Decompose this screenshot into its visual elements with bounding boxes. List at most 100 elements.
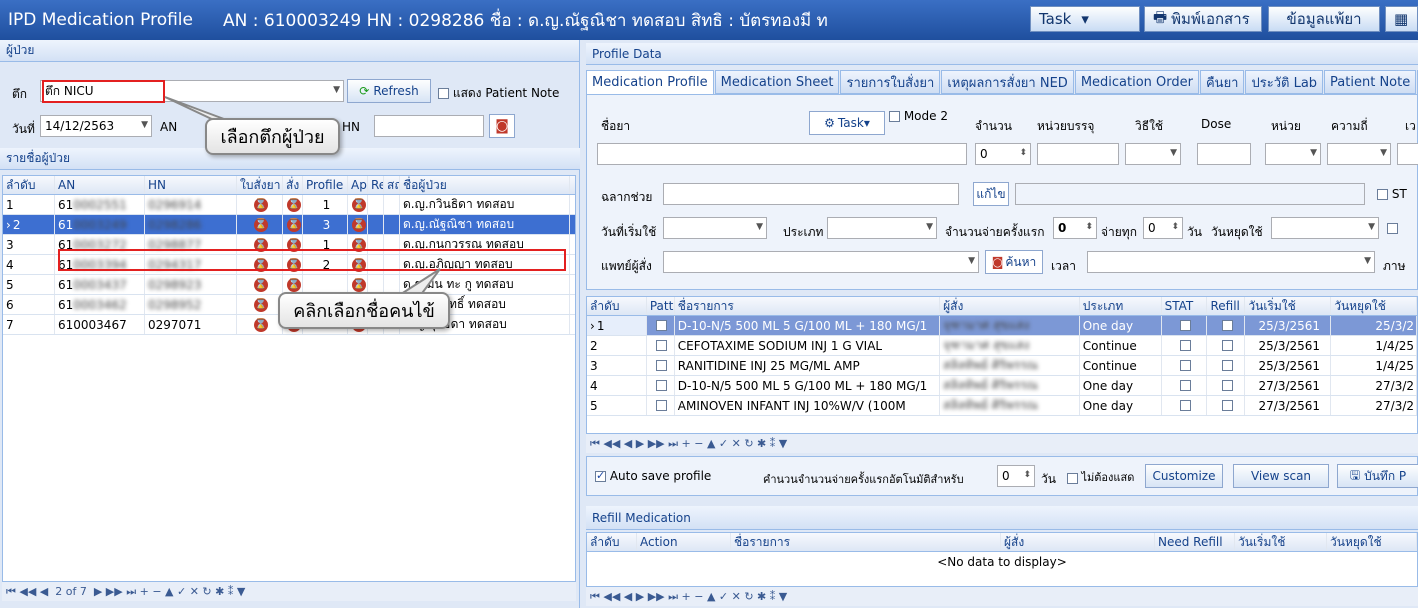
patient-info: AN : 610003249 HN : 0298286 ชื่อ : ด.ญ.ณ… <box>223 10 828 31</box>
tab-0[interactable]: Medication Profile <box>586 70 714 94</box>
time-label: เว <box>1405 119 1416 133</box>
view-scan-button[interactable]: View scan <box>1233 464 1329 488</box>
no-data-message: <No data to display> <box>937 555 1067 569</box>
type-select[interactable]: ▼ <box>827 217 937 239</box>
refill-checkbox[interactable] <box>1207 376 1246 395</box>
customize-button[interactable]: Customize <box>1145 464 1223 488</box>
tab-5[interactable]: คืนยา <box>1199 70 1245 94</box>
print-button[interactable]: 🖶 พิมพ์เอกสาร <box>1144 6 1262 32</box>
stat-checkbox[interactable] <box>1162 396 1208 415</box>
refill-checkbox[interactable] <box>1207 316 1246 335</box>
chevron-down-icon: ▼ <box>1380 148 1387 158</box>
med-type: Continue <box>1080 356 1162 375</box>
time-select[interactable]: ▼ <box>1087 251 1375 273</box>
edit-button[interactable]: แก้ไข <box>973 182 1009 206</box>
medication-row[interactable]: 3 RANITIDINE INJ 25 MG/ML AMP สลิลทิพย์ ศิ… <box>587 356 1417 376</box>
checkbox[interactable] <box>595 469 606 482</box>
stop-toggle[interactable] <box>1387 221 1398 235</box>
save-profile-button[interactable]: 🖫 บันทึก P <box>1337 464 1418 488</box>
tab-7[interactable]: Patient Note <box>1324 70 1417 94</box>
medication-row[interactable]: › 1 D-10-N/5 500 ML 5 G/100 ML + 180 MG/1 จ… <box>587 316 1417 336</box>
med-row-number: › 1 <box>587 316 647 335</box>
refill-pager[interactable]: ⏮ ◀◀ ◀ ▶ ▶▶ ⏭ + − ▲ ✓ ✕ ↻ ✱ ⁑ ▼ <box>586 586 1418 606</box>
task-button[interactable]: Task ▾ <box>1030 6 1140 32</box>
auto-days-input[interactable]: 0 ⬍ <box>997 465 1035 487</box>
start-date-label: วันที่เริ่มใช้ <box>601 225 657 239</box>
profile-data-header: Profile Data <box>586 43 1418 65</box>
checkbox[interactable] <box>1067 472 1078 484</box>
autosave-toggle[interactable]: Auto save profile <box>595 469 711 483</box>
pattern-checkbox[interactable] <box>646 316 675 335</box>
medication-grid: ลำดับ Patt ชื่อรายการ ผู้สั่ง ประเภท STA… <box>586 296 1418 444</box>
tab-2[interactable]: รายการใบสั่งยา <box>840 70 941 94</box>
freq-select[interactable]: ▼ <box>1327 143 1391 165</box>
spinner-icon[interactable]: ⬍ <box>1171 222 1179 232</box>
chevron-down-icon: ▼ <box>756 222 763 232</box>
unit-select[interactable]: ▼ <box>1265 143 1321 165</box>
spinner-icon[interactable]: ⬍ <box>1085 222 1093 232</box>
first-dispense-input[interactable]: 0 ⬍ <box>1053 217 1097 239</box>
ward-callout: เลือกตึกผู้ป่วย <box>205 118 340 155</box>
pattern-checkbox[interactable] <box>647 336 675 355</box>
chevron-down-icon: ▼ <box>926 222 933 232</box>
doctor-select[interactable]: ▼ <box>663 251 979 273</box>
stop-date-input[interactable]: ▼ <box>1271 217 1379 239</box>
method-select[interactable]: ▼ <box>1125 143 1181 165</box>
stat-checkbox[interactable] <box>1162 376 1208 395</box>
med-stop: 27/3/2 <box>1331 396 1417 415</box>
start-date-input[interactable]: ▼ <box>663 217 767 239</box>
refill-checkbox[interactable] <box>1207 396 1246 415</box>
every-input[interactable]: 0 ⬍ <box>1143 217 1183 239</box>
helper-input[interactable] <box>663 183 959 205</box>
tab-1[interactable]: Medication Sheet <box>714 70 840 94</box>
stat-checkbox[interactable] <box>1162 336 1208 355</box>
extra-toolbar-button[interactable]: ▦ <box>1385 6 1418 32</box>
time-field-label: เวลา <box>1051 259 1076 273</box>
refill-checkbox[interactable] <box>1207 356 1246 375</box>
checkbox[interactable] <box>1387 223 1398 234</box>
checkbox[interactable] <box>1377 189 1388 200</box>
form-task-button[interactable]: ⚙ Task ▾ <box>809 111 885 135</box>
tab-6[interactable]: ประวัติ Lab <box>1245 70 1324 94</box>
pattern-checkbox[interactable] <box>647 376 675 395</box>
mode2-toggle[interactable]: Mode 2 <box>889 109 948 123</box>
freq-label: ความถี่ <box>1331 119 1368 133</box>
stat-checkbox[interactable] <box>1161 316 1208 335</box>
chevron-down-icon: ▾ <box>863 116 870 130</box>
doctor-search-button[interactable]: ◙ ค้นหา <box>985 250 1043 274</box>
med-stop: 25/3/2 <box>1331 316 1417 335</box>
first-dispense-label: จำนวนจ่ายครั้งแรก <box>945 225 1045 239</box>
search-icon: ◙ <box>991 255 1004 269</box>
tab-3[interactable]: เหตุผลการสั่งยา NED <box>941 70 1074 94</box>
med-type: One day <box>1079 316 1162 335</box>
pattern-checkbox[interactable] <box>647 356 675 375</box>
tab-4[interactable]: Medication Order <box>1074 70 1199 94</box>
chevron-down-icon: ▼ <box>968 256 975 266</box>
doctor-label: แพทย์ผู้สั่ง <box>601 259 652 273</box>
no-show-toggle[interactable]: ไม่ต้องแสด <box>1067 468 1134 486</box>
patient-panel: ผู้ป่วย ตึก ตึก NICU ▼ ⟳ Refresh แสดง Pati… <box>0 40 580 608</box>
qty-input[interactable]: 0 ⬍ <box>975 143 1031 165</box>
spinner-icon[interactable]: ⬍ <box>1019 148 1027 158</box>
drug-name-input[interactable] <box>597 143 967 165</box>
stat-checkbox[interactable] <box>1162 356 1208 375</box>
checkbox[interactable] <box>889 111 900 122</box>
med-name: RANITIDINE INJ 25 MG/ML AMP <box>675 356 941 375</box>
pattern-checkbox[interactable] <box>647 396 675 415</box>
med-doctor: สลิลทิพย์ ศิริพรรณ <box>940 396 1080 415</box>
unit-pack-input[interactable] <box>1037 143 1119 165</box>
spinner-icon[interactable]: ⬍ <box>1023 470 1031 480</box>
medication-pager[interactable]: ⏮ ◀◀ ◀ ▶ ▶▶ ⏭ + − ▲ ✓ ✕ ↻ ✱ ⁑ ▼ <box>586 433 1418 453</box>
stat-toggle[interactable]: ST <box>1377 187 1407 201</box>
drug-allergy-button[interactable]: ข้อมูลแพ้ยา <box>1268 6 1380 32</box>
profile-panel: Profile Data Medication Profile Medicatio… <box>586 40 1418 608</box>
dose-input[interactable] <box>1197 143 1251 165</box>
refill-grid-header: ลำดับ Action ชื่อรายการ ผู้สั่ง Need Ref… <box>587 533 1417 552</box>
medication-row[interactable]: 2 CEFOTAXIME SODIUM INJ 1 G VIAL จุฑามาศ ส… <box>587 336 1417 356</box>
medication-row[interactable]: 4 D-10-N/5 500 ML 5 G/100 ML + 180 MG/1 สล… <box>587 376 1417 396</box>
refill-header: Refill Medication <box>586 506 1418 530</box>
time-input[interactable] <box>1397 143 1418 165</box>
medication-row[interactable]: 5 AMINOVEN INFANT INJ 10%W/V (100M สลิลทิพ… <box>587 396 1417 416</box>
refill-checkbox[interactable] <box>1207 336 1246 355</box>
window-title: IPD Medication Profile <box>8 10 193 30</box>
